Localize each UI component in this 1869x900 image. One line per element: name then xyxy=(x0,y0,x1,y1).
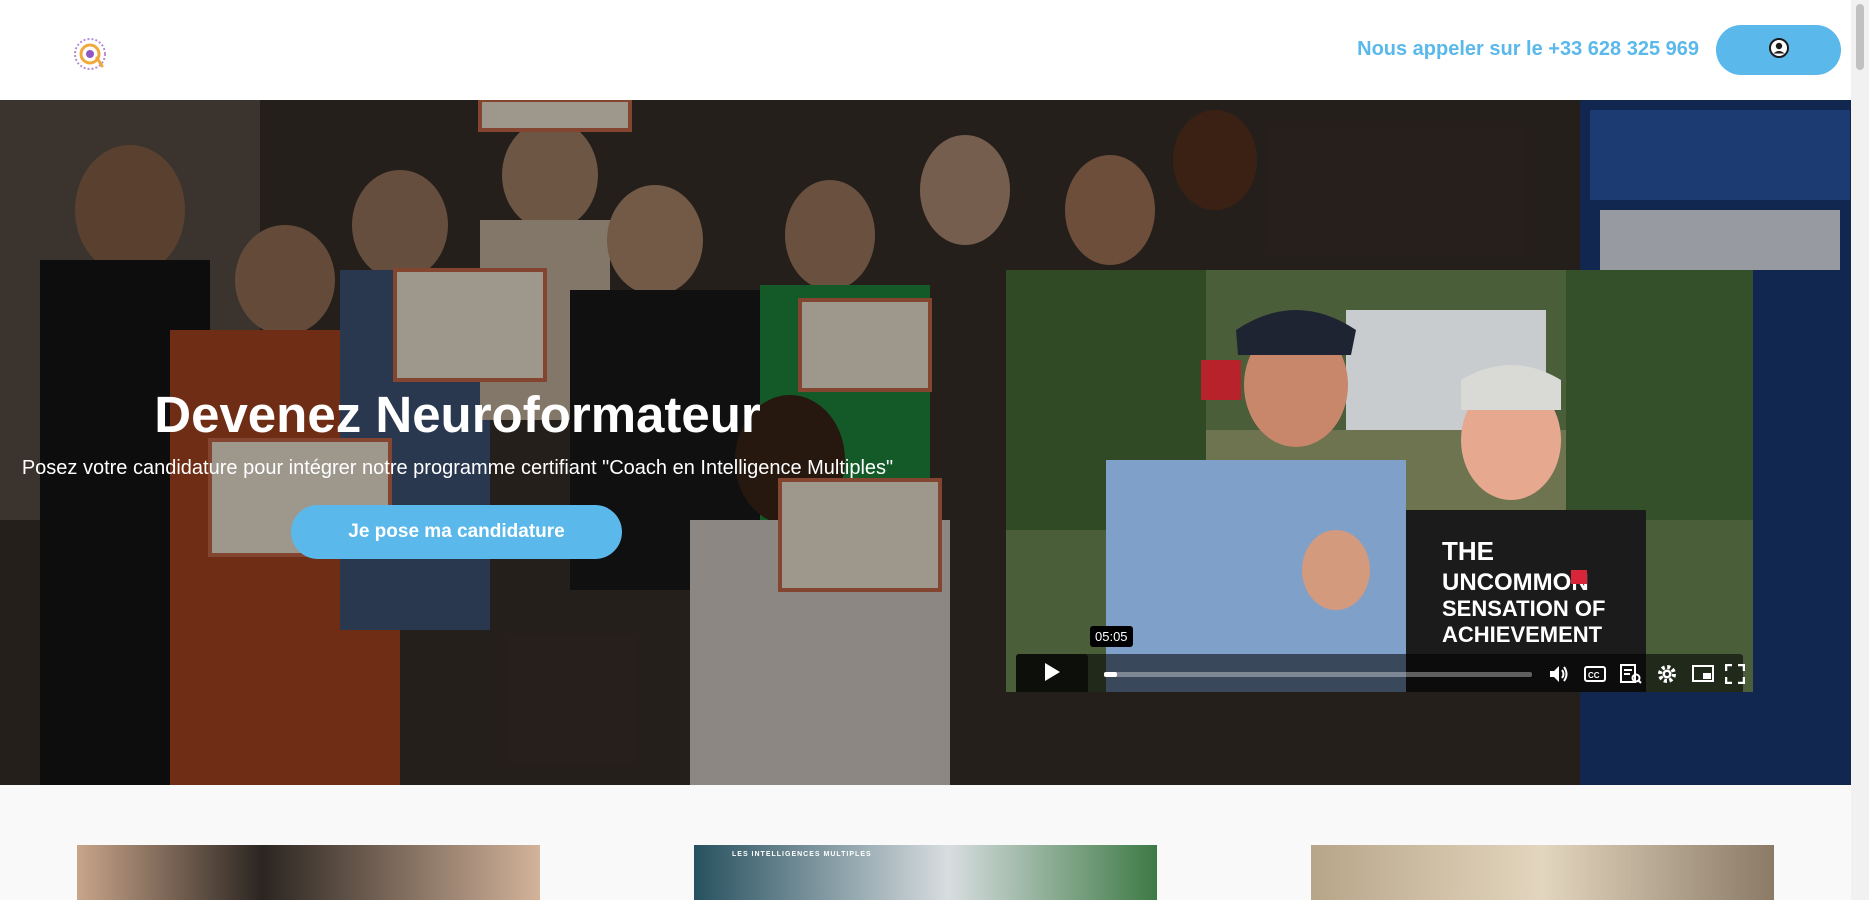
settings-icon[interactable] xyxy=(1656,664,1678,684)
svg-text:THE: THE xyxy=(1442,536,1494,566)
brand-logo[interactable] xyxy=(69,36,111,72)
site-header: Nous appeler sur le +33 628 325 969 xyxy=(0,0,1851,100)
transcript-icon[interactable] xyxy=(1620,664,1642,684)
feature-cards-section: LES INTELLIGENCES MULTIPLES xyxy=(0,785,1851,900)
page-scrollbar[interactable] xyxy=(1851,0,1869,900)
phone-link[interactable]: Nous appeler sur le +33 628 325 969 xyxy=(1357,38,1699,61)
svg-text:CC: CC xyxy=(1588,671,1600,680)
svg-text:SENSATION OF: SENSATION OF xyxy=(1442,596,1605,621)
captions-icon[interactable]: CC xyxy=(1584,664,1606,684)
hero-subtitle: Posez votre candidature pour intégrer no… xyxy=(21,457,894,479)
svg-text:ACHIEVEMENT: ACHIEVEMENT xyxy=(1442,622,1603,647)
volume-icon[interactable] xyxy=(1548,664,1570,684)
user-icon xyxy=(1768,37,1789,63)
video-time-tooltip: 05:05 xyxy=(1090,626,1133,647)
account-button[interactable] xyxy=(1716,25,1841,75)
video-play-button[interactable] xyxy=(1016,654,1088,692)
video-progress-bar[interactable] xyxy=(1104,672,1532,677)
card-image-people[interactable] xyxy=(77,845,540,900)
video-controls-bar: CC xyxy=(1016,654,1746,692)
play-icon xyxy=(1043,662,1061,687)
card-image-certificates[interactable] xyxy=(1311,845,1774,900)
video-progress-fill xyxy=(1104,672,1117,677)
video-player[interactable]: THE UNCOMMON SENSATION OF ACHIEVEMENT 05… xyxy=(1006,270,1753,692)
fullscreen-icon[interactable] xyxy=(1724,664,1746,684)
hero-title: Devenez Neuroformateur xyxy=(154,386,761,443)
card-image-intelligences[interactable]: LES INTELLIGENCES MULTIPLES xyxy=(694,845,1157,900)
apply-button[interactable]: Je pose ma candidature xyxy=(291,505,622,559)
svg-text:UNCOMMON: UNCOMMON xyxy=(1442,569,1589,596)
pip-icon[interactable] xyxy=(1692,664,1714,684)
hero-section: Devenez Neuroformateur Posez votre candi… xyxy=(0,100,1851,785)
scrollbar-thumb[interactable] xyxy=(1856,4,1864,70)
card-caption: LES INTELLIGENCES MULTIPLES xyxy=(732,851,872,858)
